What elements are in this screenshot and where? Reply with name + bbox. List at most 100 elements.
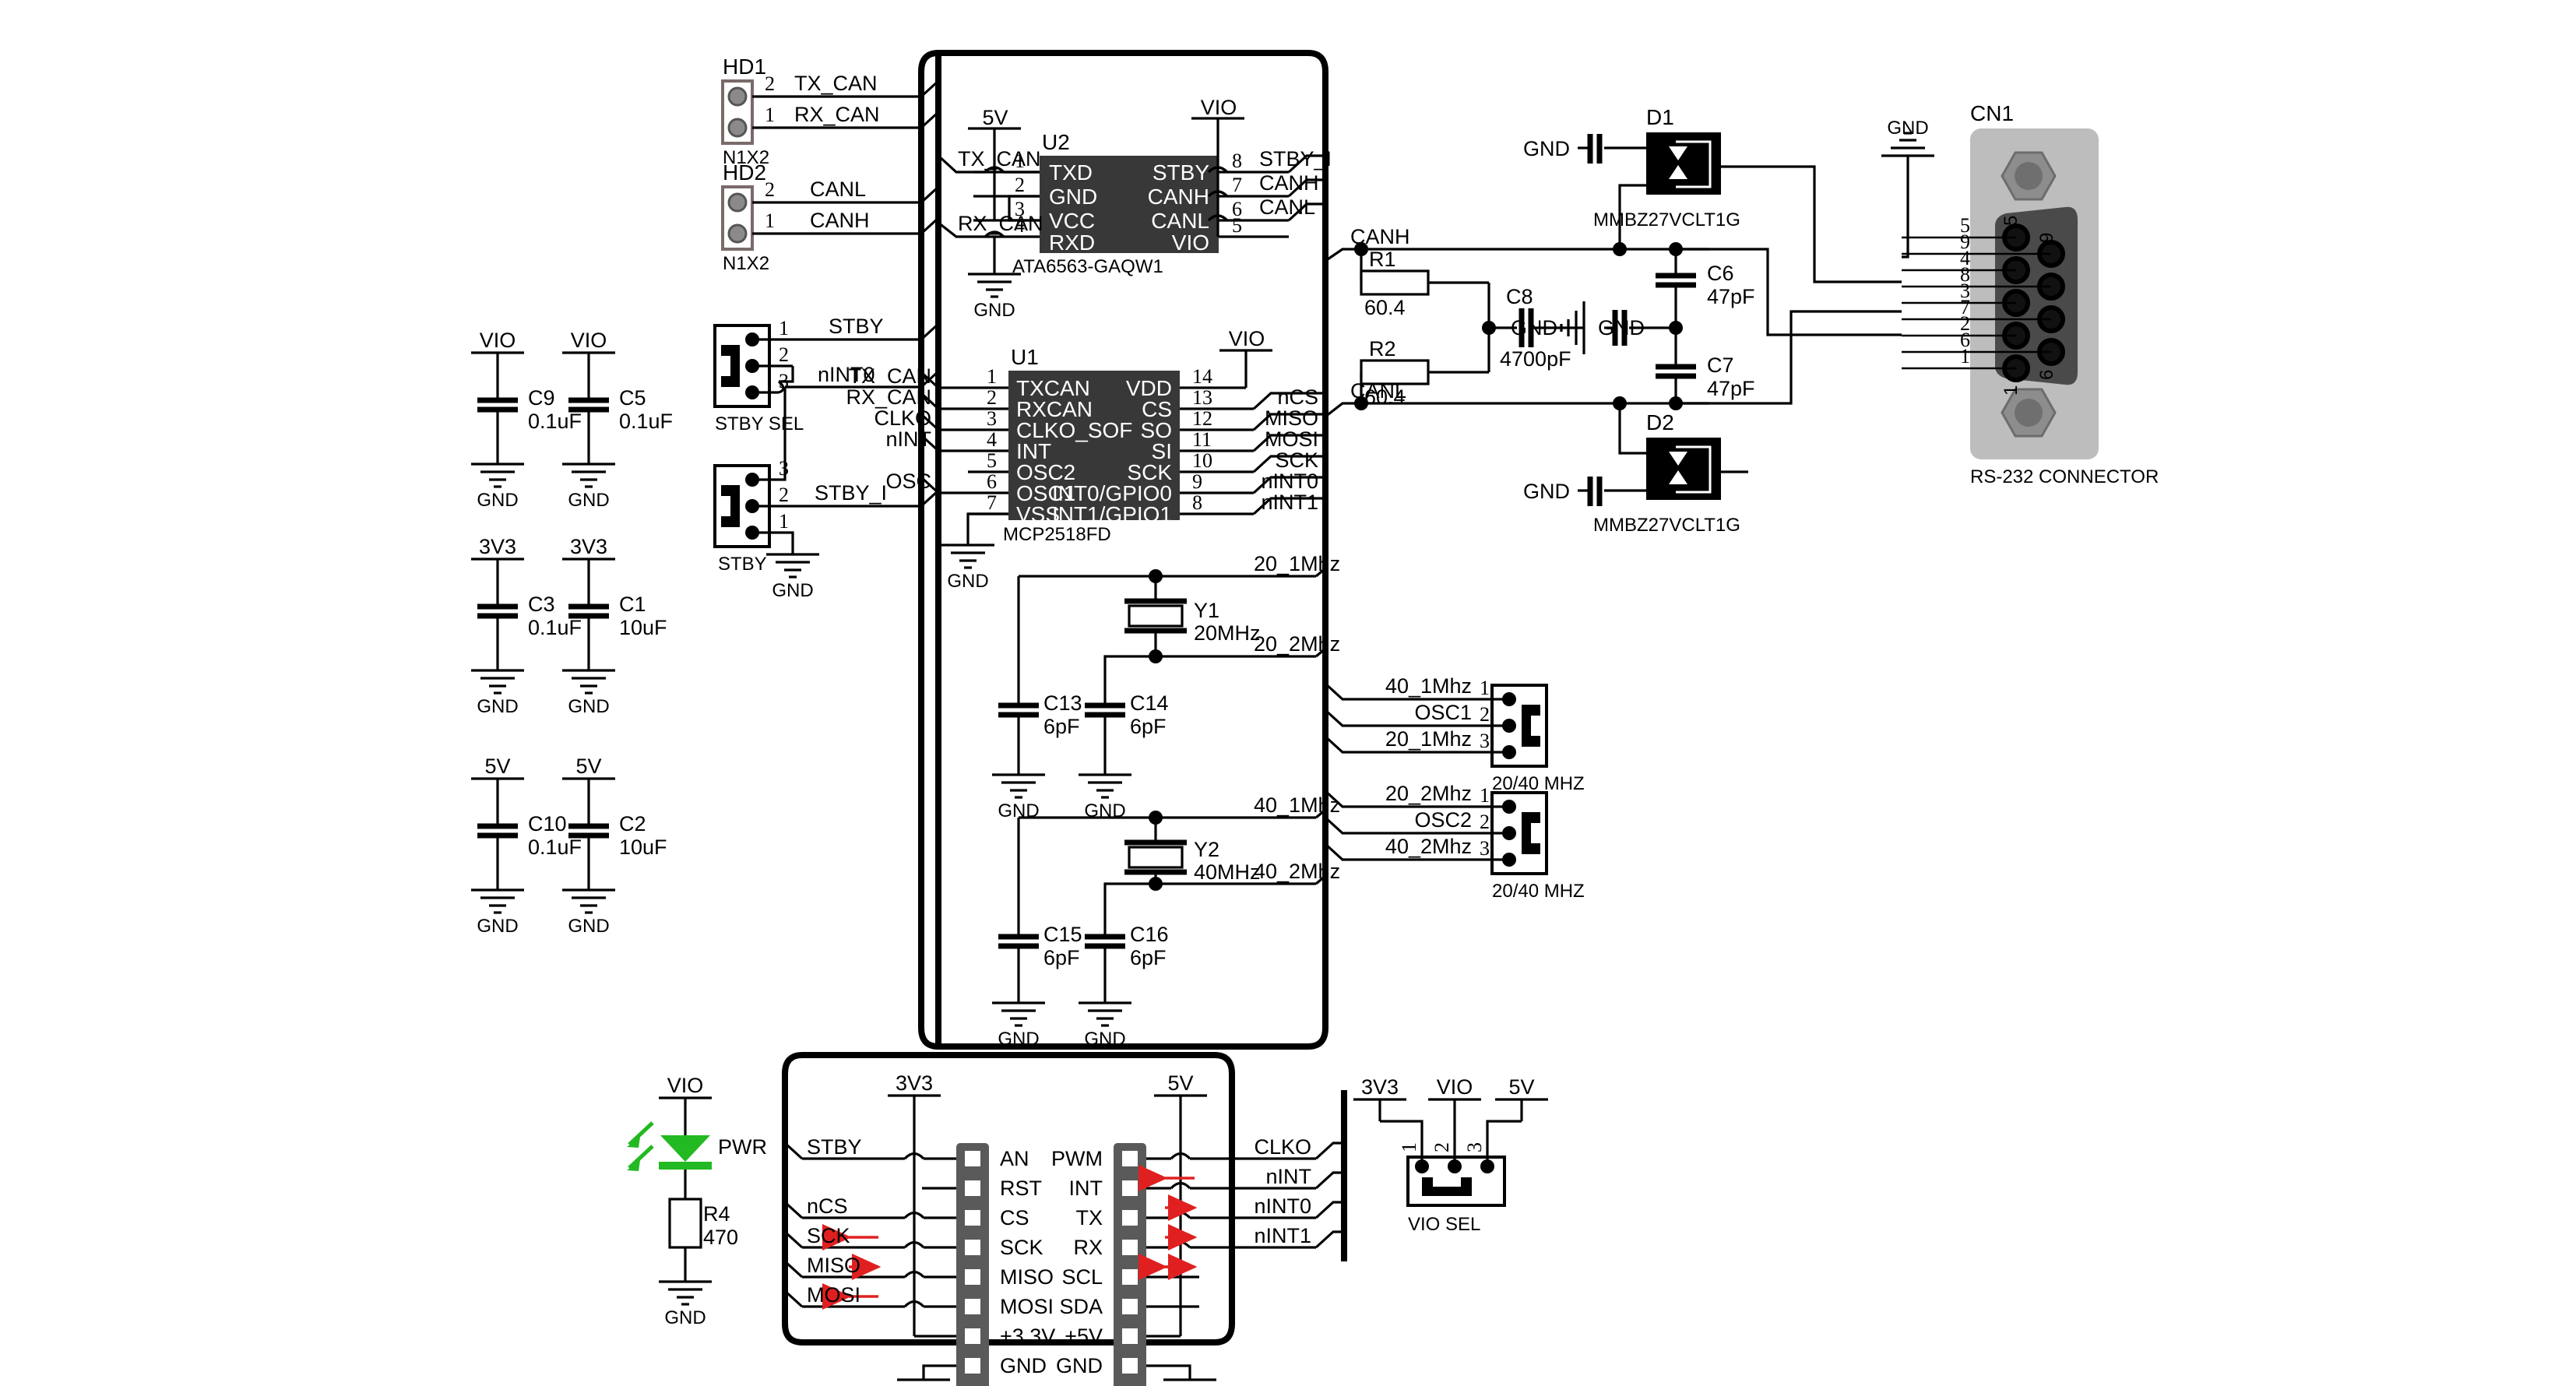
c1-refdes: C1 bbox=[619, 593, 646, 616]
c15-refdes: C15 bbox=[1043, 923, 1082, 946]
c3-value: 0.1uF bbox=[528, 616, 582, 639]
cn1-refdes: CN1 bbox=[1970, 101, 2014, 125]
u1-net-osc: OSC bbox=[885, 470, 931, 493]
mb-l-pin4: MISO bbox=[1000, 1265, 1054, 1289]
c1-gnd: GND bbox=[568, 696, 609, 717]
c6-value: 47pF bbox=[1707, 285, 1755, 308]
osc2-sel-net1: 20_2Mhz bbox=[1385, 782, 1472, 805]
vio-sel-pin1: 1 bbox=[1398, 1142, 1420, 1152]
c8-refdes: C8 bbox=[1506, 285, 1533, 308]
c15-gnd: GND bbox=[998, 1029, 1039, 1050]
u1-net-nint: nINT bbox=[885, 427, 931, 451]
vio-sel-net1: 3V3 bbox=[1361, 1075, 1399, 1099]
vio-sel-label: VIO SEL bbox=[1408, 1214, 1480, 1235]
c13-gnd: GND bbox=[998, 800, 1039, 821]
c9-gnd: GND bbox=[477, 490, 518, 511]
stby-sel-label: STBY SEL bbox=[715, 413, 804, 434]
c10-rail: 5V bbox=[484, 755, 510, 778]
stby-sel-pin3-num: 3 bbox=[779, 370, 789, 392]
osc1-sel-pin2: 2 bbox=[1480, 703, 1490, 726]
gnd-u2: GND bbox=[973, 300, 1015, 321]
net-canl-hd2: CANL bbox=[810, 178, 866, 201]
c10-refdes: C10 bbox=[528, 812, 567, 835]
mb-r-pin0: PWM bbox=[1051, 1147, 1103, 1170]
c9-refdes: C9 bbox=[528, 386, 555, 410]
mb-net-mosi: MOSI bbox=[807, 1283, 860, 1307]
mikrobus-right-rail: 5V bbox=[1167, 1071, 1193, 1095]
c13-value: 6pF bbox=[1043, 715, 1080, 738]
u1-net-nint0: nINT0 bbox=[1261, 470, 1318, 493]
u2-pin5-name: VIO bbox=[1172, 230, 1209, 255]
c9-value: 0.1uF bbox=[528, 410, 582, 433]
c2-value: 10uF bbox=[619, 835, 667, 859]
u1-pin7-num: 7 bbox=[987, 491, 997, 514]
hd1-refdes: HD1 bbox=[723, 55, 766, 79]
net-stby-i-jumper: STBY_I bbox=[815, 481, 887, 505]
mb-l-pin2: CS bbox=[1000, 1206, 1029, 1229]
osc2-sel-pin2: 2 bbox=[1480, 811, 1490, 833]
net-tx-can-hd1: TX_CAN bbox=[794, 72, 878, 95]
c1-rail: 3V3 bbox=[570, 535, 607, 558]
net-canh-hd2: CANH bbox=[810, 209, 870, 232]
vio-sel-net3: 5V bbox=[1508, 1075, 1534, 1099]
u2-pin7-num: 7 bbox=[1232, 174, 1242, 196]
vio-sel-pin3: 3 bbox=[1463, 1142, 1486, 1152]
net-stby-i: STBY_I bbox=[1259, 147, 1332, 171]
net-tx-can-u2: TX_CAN bbox=[958, 147, 1041, 171]
net-40-2mhz: 40_2Mhz bbox=[1254, 860, 1340, 883]
mb-net-stby: STBY bbox=[807, 1135, 862, 1159]
u1-pin9-num: 9 bbox=[1192, 470, 1202, 493]
net-stby: STBY bbox=[829, 315, 884, 338]
net-canh-u2: CANH bbox=[1259, 171, 1319, 195]
mb-l-pin5: MOSI bbox=[1000, 1295, 1054, 1318]
mb-l-pin6: +3.3V bbox=[1000, 1324, 1055, 1348]
u1-pin11-num: 11 bbox=[1192, 428, 1212, 451]
y1-refdes: Y1 bbox=[1194, 599, 1219, 622]
stby-pin2-num: 2 bbox=[779, 484, 789, 506]
mikrobus-left-header[interactable] bbox=[956, 1143, 989, 1386]
rail-5v-u2: 5V bbox=[982, 106, 1008, 129]
schematic-sheet: HD1 N1X2 2 1 TX_CAN RX_CAN HD2 N1X2 2 1 … bbox=[0, 0, 2576, 1386]
u1-pin5-num: 5 bbox=[987, 449, 997, 472]
u1-net-sck: SCK bbox=[1275, 449, 1318, 472]
mb-net-nint1: nINT1 bbox=[1254, 1224, 1311, 1247]
connector-cn1[interactable] bbox=[1902, 128, 2099, 459]
u1-pin1-num: 1 bbox=[987, 365, 997, 388]
osc2-sel-pin3: 3 bbox=[1480, 837, 1490, 860]
led-gnd: GND bbox=[664, 1307, 706, 1328]
u1-pin8-num: 8 bbox=[1192, 491, 1202, 514]
net-rx-can-hd1: RX_CAN bbox=[794, 103, 880, 126]
mb-net-sck: SCK bbox=[807, 1224, 850, 1247]
c2-rail: 5V bbox=[575, 755, 601, 778]
cn1-body-mark-1: 1 bbox=[2001, 385, 2022, 396]
c10-gnd: GND bbox=[477, 916, 518, 937]
stby-sel-pin2-num: 2 bbox=[779, 343, 789, 366]
u1-pin6-num: 6 bbox=[987, 470, 997, 493]
c2-gnd: GND bbox=[568, 916, 609, 937]
y1-value: 20MHz bbox=[1194, 621, 1261, 645]
mikrobus-right-header[interactable] bbox=[1114, 1143, 1146, 1386]
mb-l-pin7: GND bbox=[1000, 1354, 1047, 1377]
u2-pin6-name: CANL bbox=[1151, 209, 1209, 233]
diode-d1 bbox=[1578, 132, 1748, 256]
cn1-gnd: GND bbox=[1887, 118, 1928, 139]
u1-refdes: U1 bbox=[1011, 345, 1039, 369]
mb-r-pin3: RX bbox=[1073, 1236, 1103, 1259]
mikrobus-left-rail: 3V3 bbox=[896, 1071, 933, 1095]
d2-part: MMBZ27VCLT1G bbox=[1593, 515, 1740, 536]
cap-c3 bbox=[470, 558, 526, 695]
d2-gnd: GND bbox=[1523, 480, 1570, 503]
r4-refdes: R4 bbox=[703, 1202, 730, 1226]
mb-l-pin3: SCK bbox=[1000, 1236, 1043, 1259]
u1-pin4-num: 4 bbox=[987, 428, 997, 451]
vio-sel-pin2: 2 bbox=[1431, 1142, 1453, 1152]
hd2-part: N1X2 bbox=[723, 253, 769, 274]
hd1-pin1-num: 1 bbox=[765, 104, 775, 126]
mb-r-pin5: SDA bbox=[1059, 1295, 1103, 1318]
c7-refdes: C7 bbox=[1707, 354, 1734, 377]
c7-value: 47pF bbox=[1707, 377, 1755, 400]
u2-pin8-num: 8 bbox=[1232, 150, 1242, 172]
mb-net-nint: nINT bbox=[1265, 1165, 1311, 1188]
osc1-sel-net1: 40_1Mhz bbox=[1385, 674, 1472, 698]
mb-net-ncs: nCS bbox=[807, 1194, 848, 1218]
